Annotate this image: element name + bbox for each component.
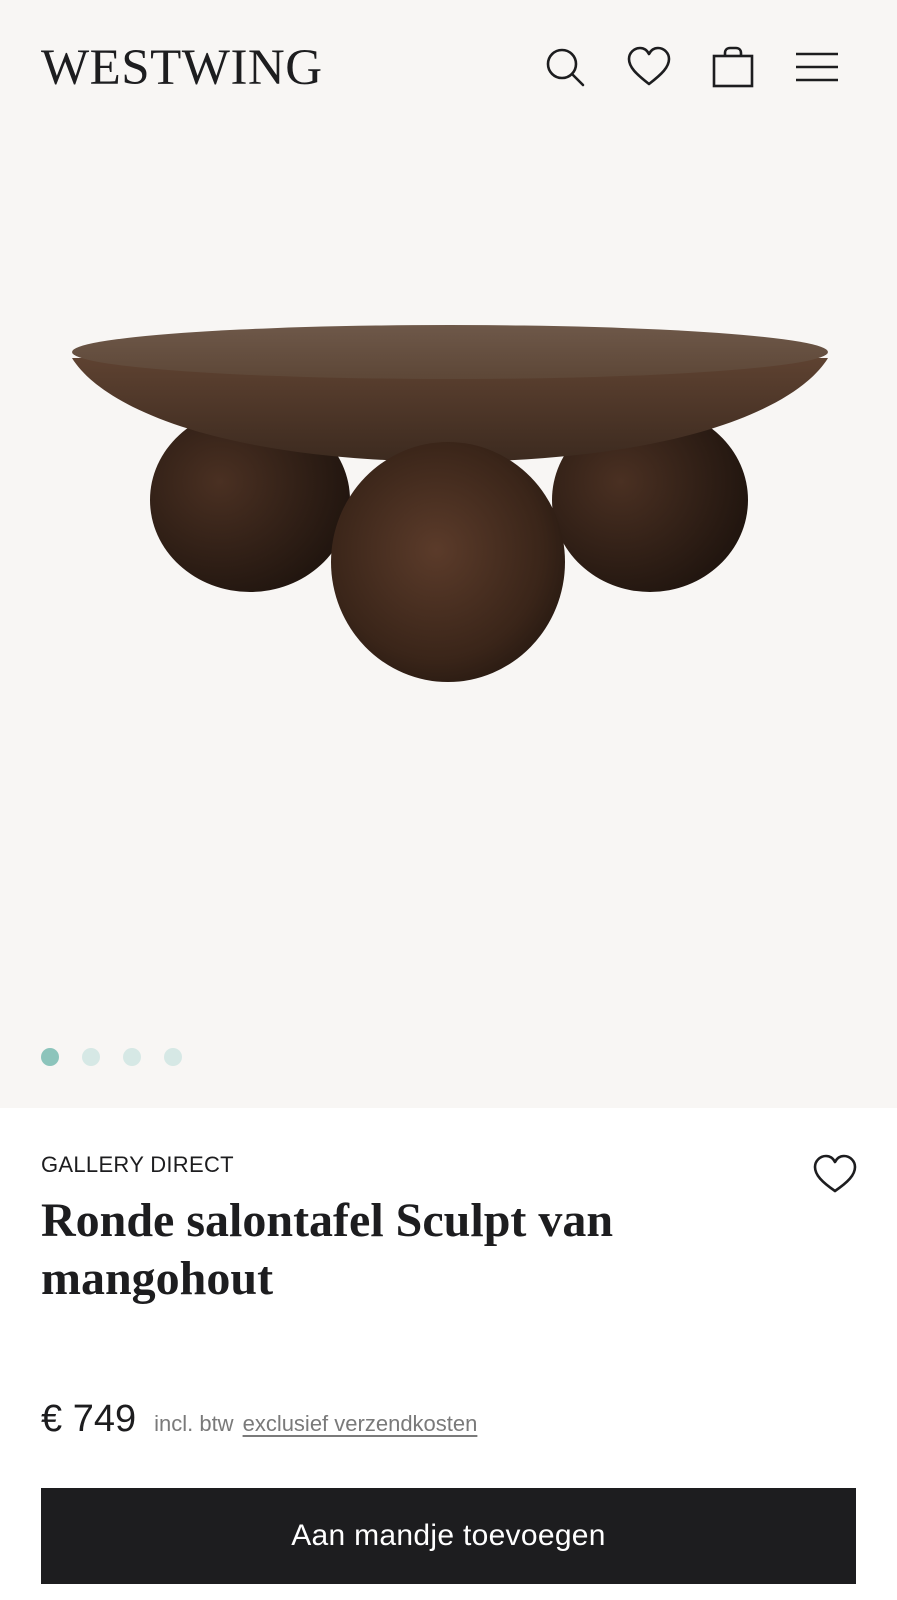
product-title: Ronde salontafel Sculpt van mangohout — [41, 1194, 614, 1305]
price-row: € 749 incl. btw exclusief verzendkosten — [41, 1398, 477, 1444]
shopping-bag-icon[interactable] — [710, 44, 756, 90]
shipping-costs-link[interactable]: exclusief verzendkosten — [243, 1411, 478, 1437]
add-to-cart-button[interactable]: Aan mandje toevoegen — [41, 1488, 856, 1584]
menu-icon[interactable] — [794, 44, 840, 90]
gallery-dot-2[interactable] — [82, 1048, 100, 1066]
product-brand[interactable]: GALLERY DIRECT — [41, 1152, 234, 1178]
wishlist-heart-icon[interactable] — [812, 1153, 858, 1195]
westwing-logo[interactable]: WESTWING — [41, 40, 323, 96]
gallery-dot-4[interactable] — [164, 1048, 182, 1066]
search-icon[interactable] — [542, 44, 588, 90]
heart-icon[interactable] — [626, 44, 672, 90]
gallery-dot-1[interactable] — [41, 1048, 59, 1066]
site-header: WESTWING — [0, 0, 897, 140]
gallery-pagination — [41, 1048, 182, 1068]
product-price: € 749 — [41, 1398, 137, 1440]
gallery-dot-3[interactable] — [123, 1048, 141, 1066]
vat-note: incl. btw — [154, 1411, 234, 1436]
product-image[interactable] — [60, 300, 840, 720]
product-gallery[interactable]: WESTWING — [0, 0, 897, 1108]
